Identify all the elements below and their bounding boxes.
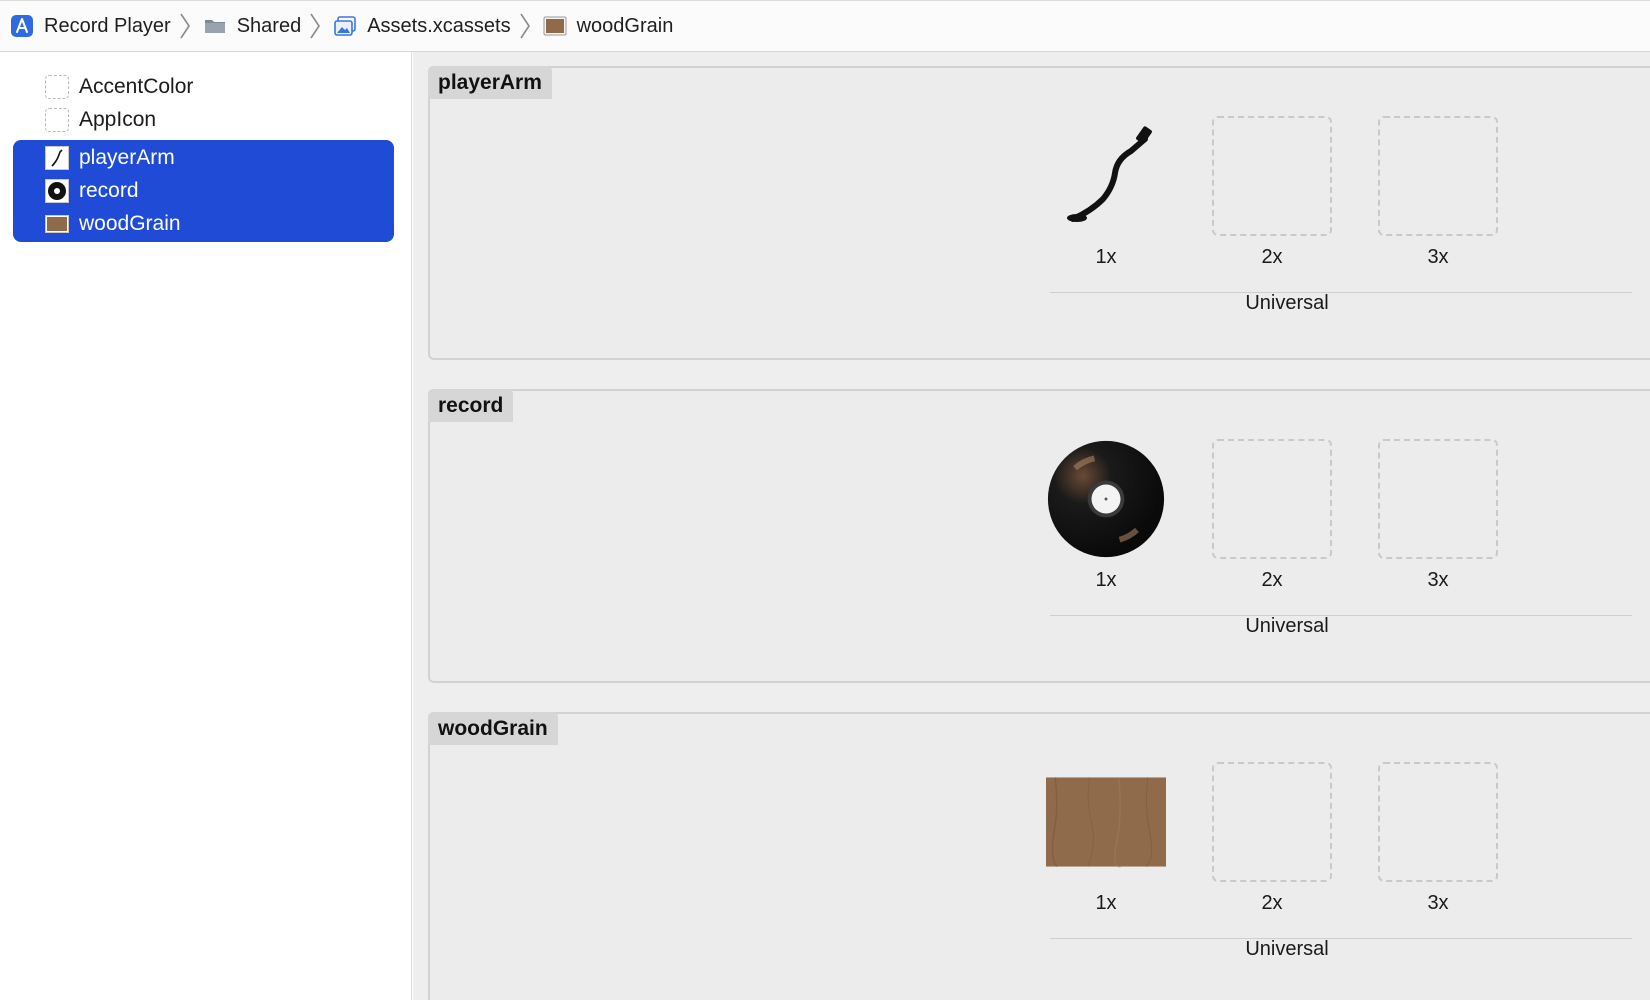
slot-label: 3x bbox=[1427, 892, 1449, 914]
breadcrumb-item-woodgrain[interactable]: woodGrain bbox=[543, 14, 674, 38]
player-arm-image bbox=[1067, 126, 1152, 222]
slot-label: 1x bbox=[1095, 569, 1117, 591]
slot-label: 1x bbox=[1095, 892, 1117, 914]
slot-label: 3x bbox=[1427, 246, 1449, 268]
breadcrumb-item-assets[interactable]: Assets.xcassets bbox=[333, 14, 511, 38]
chevron-right-icon bbox=[180, 13, 190, 39]
breadcrumb-label: woodGrain bbox=[576, 14, 674, 37]
asset-item-playerarm[interactable]: playerArm bbox=[13, 141, 394, 175]
image-set-title: record bbox=[428, 389, 514, 422]
image-set-icon bbox=[543, 14, 567, 38]
vinyl-record-image bbox=[1047, 440, 1165, 558]
breadcrumb-label: Record Player bbox=[44, 14, 171, 37]
asset-item-woodgrain[interactable]: woodGrain bbox=[13, 207, 394, 241]
asset-item-label: AccentColor bbox=[79, 75, 194, 98]
asset-item-label: playerArm bbox=[79, 146, 175, 169]
app-icon-placeholder-icon bbox=[45, 108, 69, 132]
wood-grain-thumbnail-icon bbox=[45, 212, 69, 236]
image-set-title: woodGrain bbox=[428, 712, 558, 745]
slot-label: 3x bbox=[1427, 569, 1449, 591]
asset-editor: playerArm 1x 2x 3x Universal record 1x 2… bbox=[413, 52, 1650, 1000]
asset-item-appicon[interactable]: AppIcon bbox=[13, 103, 394, 137]
asset-item-record[interactable]: record bbox=[13, 174, 394, 208]
slot-3x[interactable] bbox=[1378, 439, 1498, 559]
color-set-placeholder-icon bbox=[45, 75, 69, 99]
app-project-icon bbox=[10, 14, 34, 38]
asset-item-label: woodGrain bbox=[79, 212, 181, 235]
image-set-title: playerArm bbox=[428, 66, 552, 99]
device-group-label: Universal bbox=[1245, 938, 1329, 960]
folder-icon bbox=[203, 14, 227, 38]
image-set-record[interactable]: record 1x 2x 3x Universal bbox=[428, 389, 1650, 683]
slot-label: 2x bbox=[1261, 569, 1283, 591]
breadcrumb-label: Shared bbox=[236, 14, 302, 37]
breadcrumb-label: Assets.xcassets bbox=[367, 14, 511, 37]
image-set-woodgrain[interactable]: woodGrain 1x 2x 3x Universal bbox=[428, 712, 1650, 1000]
asset-item-label: AppIcon bbox=[79, 108, 157, 131]
slot-label: 2x bbox=[1261, 892, 1283, 914]
asset-item-accentcolor[interactable]: AccentColor bbox=[13, 70, 394, 104]
slot-3x[interactable] bbox=[1378, 762, 1498, 882]
asset-list-sidebar: AccentColor AppIcon playerArm record woo… bbox=[0, 52, 412, 1000]
chevron-right-icon bbox=[519, 13, 530, 39]
slot-3x[interactable] bbox=[1378, 116, 1498, 236]
wood-grain-image bbox=[1046, 777, 1166, 868]
slot-2x[interactable] bbox=[1212, 116, 1332, 236]
player-arm-thumbnail-icon bbox=[45, 146, 69, 170]
chevron-right-icon bbox=[310, 13, 321, 39]
breadcrumb: Record Player Shared Assets.xcassets woo… bbox=[0, 0, 1650, 52]
slot-2x[interactable] bbox=[1212, 762, 1332, 882]
device-group-label: Universal bbox=[1245, 292, 1329, 314]
slot-2x[interactable] bbox=[1212, 439, 1332, 559]
slot-1x[interactable] bbox=[1046, 762, 1166, 882]
asset-catalog-icon bbox=[333, 14, 357, 38]
slot-label: 2x bbox=[1261, 246, 1283, 268]
breadcrumb-item-project[interactable]: Record Player bbox=[10, 14, 171, 38]
slot-1x[interactable] bbox=[1046, 439, 1166, 559]
record-thumbnail-icon bbox=[45, 179, 69, 203]
slot-1x[interactable] bbox=[1046, 116, 1166, 236]
device-group-label: Universal bbox=[1245, 615, 1329, 637]
slot-label: 1x bbox=[1095, 246, 1117, 268]
asset-item-label: record bbox=[79, 179, 139, 202]
image-set-playerarm[interactable]: playerArm 1x 2x 3x Universal bbox=[428, 66, 1650, 360]
breadcrumb-item-shared[interactable]: Shared bbox=[203, 14, 302, 38]
